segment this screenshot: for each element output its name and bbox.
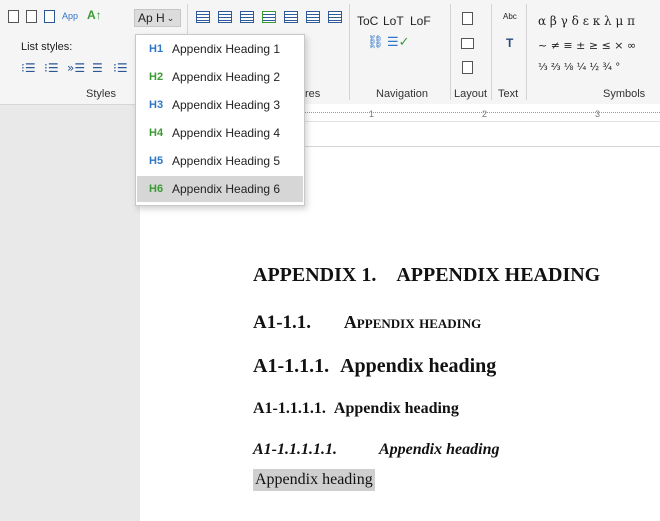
heading-5-number: A1-1.1.1.1.1. — [253, 441, 337, 458]
heading-2-number: A1-1.1. — [253, 312, 312, 333]
heading-4-text: Appendix heading — [333, 400, 459, 417]
h3-tag: H3 — [149, 99, 164, 111]
bullet-list-icon[interactable]: ⁝☰ — [21, 61, 36, 75]
table-icon[interactable] — [196, 11, 210, 23]
table-split-icon[interactable] — [306, 11, 320, 23]
h2-tag: H2 — [149, 71, 164, 83]
layout-group-label: Layout — [454, 88, 488, 100]
chevron-down-icon: ⌄ — [166, 12, 175, 23]
dropdown-item-h1[interactable]: H1 Appendix Heading 1 — [137, 36, 303, 62]
heading-2-text: Appendix heading — [343, 312, 482, 332]
dropdown-item-label: Appendix Heading 3 — [172, 98, 281, 112]
dropdown-item-label: Appendix Heading 1 — [172, 42, 281, 56]
appendix-heading-3[interactable]: A1-1.1.1. Appendix heading — [253, 355, 496, 378]
h4-tag: H4 — [149, 127, 164, 139]
appendix-heading-dropdown: H1 Appendix Heading 1 H2 Appendix Headin… — [135, 34, 305, 206]
table-check-icon[interactable] — [262, 11, 276, 23]
dropdown-item-label: Appendix Heading 6 — [172, 182, 281, 196]
page-landscape-icon[interactable] — [461, 38, 474, 49]
heading-3-number: A1-1.1.1. — [253, 355, 330, 377]
list-styles-label: List styles: — [21, 41, 73, 53]
dropdown-item-h3[interactable]: H3 Appendix Heading 3 — [137, 92, 303, 118]
app-style-button[interactable]: App — [62, 11, 78, 21]
table-header-icon[interactable] — [218, 11, 232, 23]
symbols-row-fractions[interactable]: ⅓ ⅔ ⅛ ¼ ½ ¾ ° — [538, 62, 620, 73]
styles-group-label: Styles — [86, 88, 116, 100]
symbols-row-math[interactable]: ~ ≠ ≡ ± ≥ ≤ × ∞ — [538, 39, 636, 52]
heading-3-text: Appendix heading — [340, 355, 497, 377]
appendix-heading-5[interactable]: A1-1.1.1.1.1. Appendix heading — [253, 441, 499, 459]
dropdown-item-h5[interactable]: H5 Appendix Heading 5 — [137, 148, 303, 174]
ruler-mark-1: 1 — [369, 109, 375, 119]
multilevel-list-icon[interactable]: »☰ — [67, 61, 85, 75]
page-break-icon[interactable] — [462, 61, 473, 74]
appendix-heading-2[interactable]: A1-1.1. Appendix heading — [253, 312, 481, 334]
h5-tag: H5 — [149, 155, 164, 167]
text-format-icon[interactable]: T — [506, 36, 513, 50]
lof-button[interactable]: LoF — [410, 14, 431, 28]
numbered-list-icon[interactable]: ⁝☰ — [44, 61, 59, 75]
divider — [450, 4, 451, 100]
appendix-heading-label: Ap H — [138, 11, 165, 25]
divider — [491, 4, 492, 100]
appendix-heading-6[interactable]: Appendix heading — [253, 469, 375, 491]
text-group-label: Text — [498, 88, 519, 100]
dropdown-item-h6[interactable]: H6 Appendix Heading 6 — [137, 176, 303, 202]
document-copy-icon[interactable] — [26, 10, 37, 23]
toc-button[interactable]: ToC — [357, 14, 378, 28]
link-icon[interactable]: ⛓ — [367, 34, 384, 50]
table-merge-icon[interactable] — [328, 11, 342, 23]
page-icon[interactable] — [462, 12, 473, 25]
ruler-mark-3: 3 — [595, 109, 601, 119]
lot-button[interactable]: LoT — [383, 14, 404, 28]
heading-5-text: Appendix heading — [379, 441, 500, 458]
table-rows-icon[interactable] — [240, 11, 254, 23]
structures-group-label: res — [305, 88, 321, 100]
navigation-group-label: Navigation — [376, 88, 428, 100]
divider — [349, 4, 350, 100]
document-icon[interactable] — [8, 10, 19, 23]
dropdown-item-label: Appendix Heading 4 — [172, 126, 281, 140]
dropdown-item-h2[interactable]: H2 Appendix Heading 2 — [137, 64, 303, 90]
list-indent-icon[interactable]: ☰ — [92, 61, 103, 75]
checklist-icon[interactable]: ☰✓ — [387, 34, 410, 50]
symbols-row-greek[interactable]: α β γ δ ε κ λ μ π — [538, 14, 635, 28]
ruler-mark-2: 2 — [482, 109, 488, 119]
dropdown-item-h4[interactable]: H4 Appendix Heading 4 — [137, 120, 303, 146]
appendix-heading-dropdown-button[interactable]: Ap H ⌄ — [134, 9, 181, 27]
sort-az-icon[interactable]: A↑ — [87, 8, 102, 22]
appendix-heading-1[interactable]: APPENDIX 1. APPENDIX HEADING — [253, 264, 600, 287]
heading-4-number: A1-1.1.1.1. — [253, 400, 326, 417]
table-insert-icon[interactable] — [284, 11, 298, 23]
h1-tag: H1 — [149, 43, 164, 55]
symbols-group-label: Symbols — [603, 88, 646, 100]
ribbon: App A↑ Ap H ⌄ List styles: ⁝☰ ⁝☰ »☰ ☰ ⁝☰… — [0, 0, 660, 105]
list-outdent-icon[interactable]: ⁝☰ — [113, 61, 128, 75]
dropdown-item-label: Appendix Heading 2 — [172, 70, 281, 84]
appendix-heading-4[interactable]: A1-1.1.1.1. Appendix heading — [253, 400, 459, 418]
divider — [526, 4, 527, 100]
document-refresh-icon[interactable] — [44, 10, 55, 23]
h6-tag: H6 — [149, 183, 164, 195]
abc-button[interactable]: Abc — [503, 12, 517, 21]
dropdown-item-label: Appendix Heading 5 — [172, 154, 281, 168]
